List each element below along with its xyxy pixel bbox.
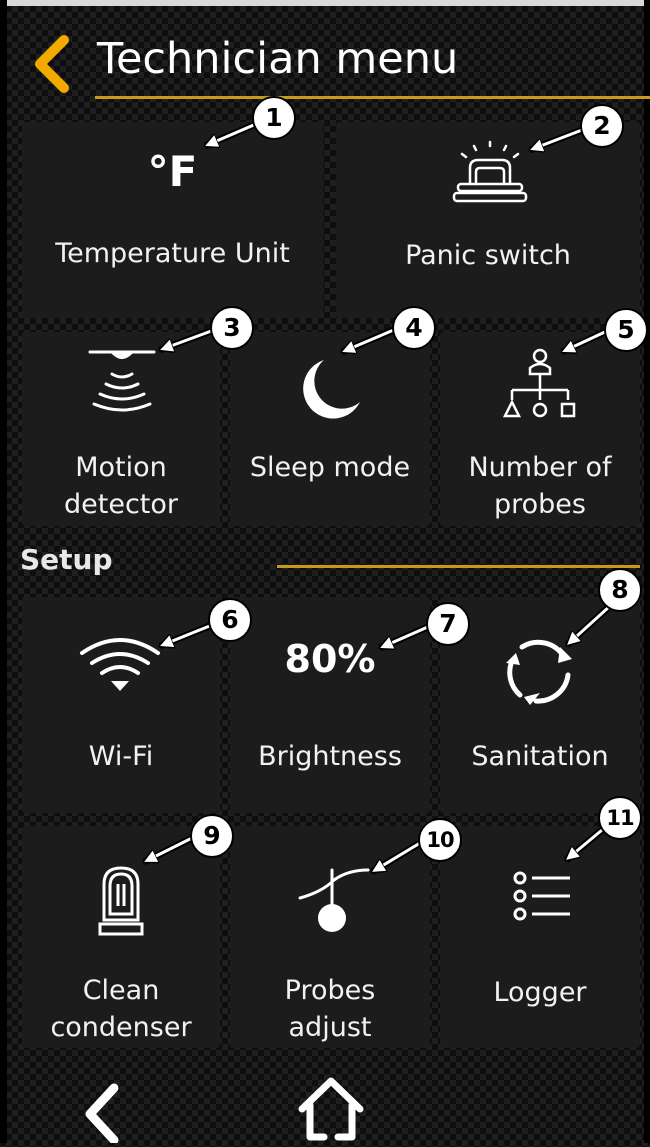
tile-label: Logger [493,977,587,1008]
right-border [644,0,650,1143]
tile-label-line2: condenser [50,1012,192,1043]
chevron-left-icon [35,35,69,93]
callout-badge-8: 8 [598,568,642,612]
tile-sanitation[interactable]: Sanitation [440,597,640,813]
tile-sleep-mode[interactable]: Sleep mode [230,332,430,526]
callout-badge-4: 4 [392,306,436,350]
callout-badge-1: 1 [252,96,296,140]
tile-label-line1: Clean [82,975,160,1006]
callout-badge-7: 7 [426,602,470,646]
callout-badge-2: 2 [580,104,624,148]
callout-badge-10: 10 [418,818,462,862]
list-icon [513,871,570,921]
title-divider [95,96,650,99]
callout-badge-9: 9 [190,814,234,858]
wifi-icon [80,638,160,691]
back-button[interactable] [28,34,80,94]
tile-label-line1: Motion [75,452,167,483]
tile-probes-adjust[interactable]: Probes adjust [230,826,430,1048]
tile-temperature-unit[interactable]: °F Temperature Unit [22,122,323,318]
callout-badge-11: 11 [598,796,642,840]
motion-sensor-icon [88,350,156,412]
tile-label: Wi-Fi [88,741,154,772]
header: Technician menu [0,6,650,100]
callout-badge-3: 3 [210,306,254,350]
brightness-value: 80% [284,637,376,681]
chevron-left-icon [85,1083,119,1145]
tile-brightness[interactable]: 80% Brightness [230,597,430,813]
callout-badge-6: 6 [208,598,252,642]
tile-number-of-probes[interactable]: Number of probes [440,332,640,526]
tile-motion-detector[interactable]: Motion detector [22,332,220,526]
tile-clean-condenser[interactable]: Clean condenser [22,826,220,1048]
section-setup-label: Setup [20,543,113,576]
moon-icon [303,360,360,419]
section-divider [277,565,640,568]
thermometer-adjust-icon [298,868,370,932]
tile-label: Brightness [258,741,402,772]
probe-tree-icon [502,348,576,418]
tile-panic-switch[interactable]: Panic switch [336,122,640,318]
condenser-icon [98,866,144,936]
tile-logger[interactable]: Logger [440,826,640,1048]
tile-label-line1: Number of [468,452,612,483]
home-icon [298,1077,364,1141]
tile-label: Panic switch [405,240,571,271]
callout-badge-5: 5 [604,308,648,352]
home-button[interactable] [296,1075,366,1143]
tile-label: Temperature Unit [55,238,290,269]
cycle-arrows-icon [506,639,572,705]
left-border [0,0,7,1143]
tile-wifi[interactable]: Wi-Fi [22,597,220,813]
tile-label: Sanitation [471,741,609,772]
tile-label-line2: detector [64,489,178,520]
tile-label-line2: probes [494,489,586,520]
bottom-back-button[interactable] [78,1080,128,1145]
temperature-unit-value: °F [147,147,198,196]
tile-label: Sleep mode [249,452,411,483]
panic-bell-icon [452,140,528,203]
tile-label-line2: adjust [288,1012,372,1043]
page-title: Technician menu [97,34,459,84]
tile-label-line1: Probes [284,975,376,1006]
